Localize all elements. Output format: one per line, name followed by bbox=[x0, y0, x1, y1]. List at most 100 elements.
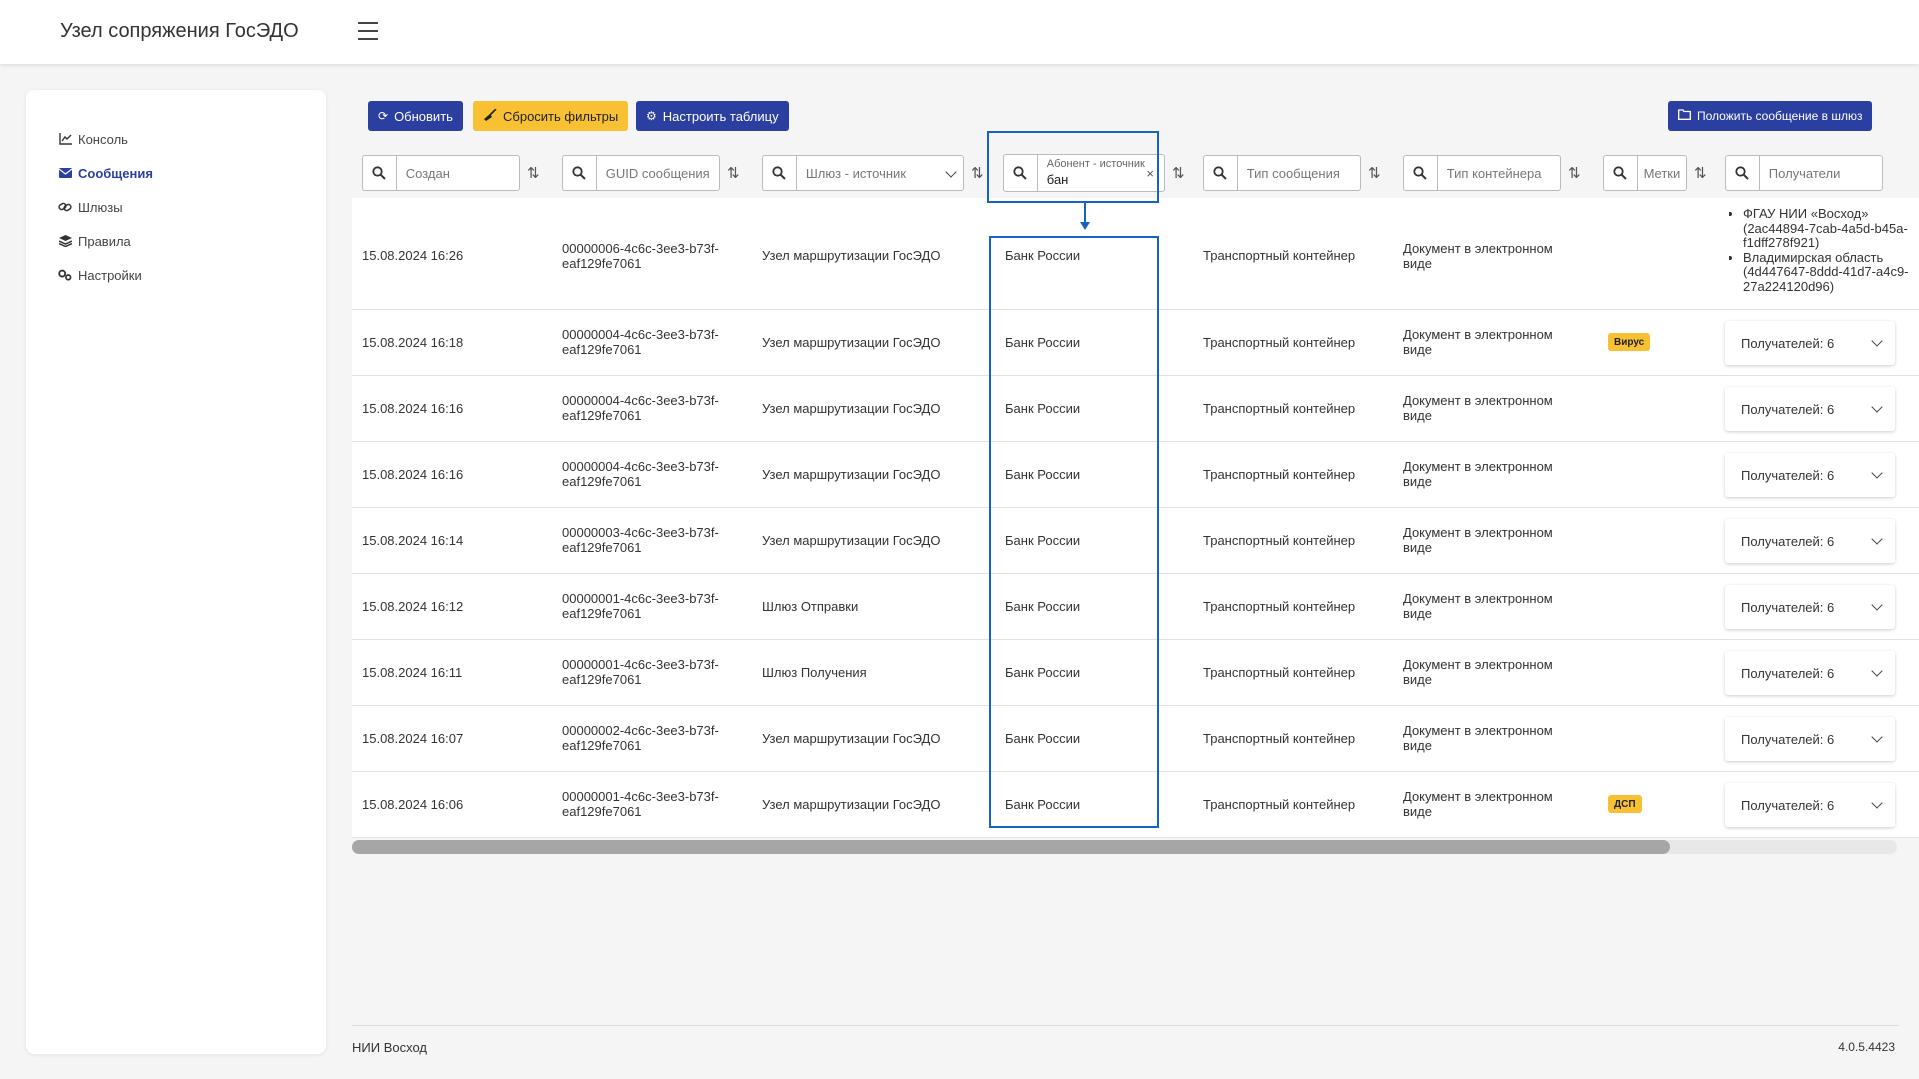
footer-divider bbox=[352, 1025, 1899, 1026]
sort-icon[interactable]: ⇅ bbox=[1694, 164, 1710, 182]
gateway-source-select[interactable]: Шлюз - источник bbox=[797, 156, 963, 190]
reset-filters-button[interactable]: Сбросить фильтры bbox=[473, 101, 629, 131]
recipients-filter-input[interactable]: Получатели bbox=[1760, 156, 1882, 190]
chevron-down-icon bbox=[1871, 467, 1883, 479]
table-row[interactable]: 15.08.2024 16:07 00000002-4c6c-3ee3-b73f… bbox=[352, 706, 1919, 772]
message-type-cell: Транспортный контейнер bbox=[1203, 401, 1356, 416]
footer-org: НИИ Восход bbox=[352, 1040, 427, 1055]
search-icon[interactable] bbox=[1726, 155, 1760, 191]
guid-cell: 00000002-4c6c-3ee3-b73f-eaf129fe7061 bbox=[562, 723, 719, 753]
gear-icon: ⚙ bbox=[646, 109, 657, 123]
broom-icon bbox=[483, 107, 497, 124]
refresh-button[interactable]: ⟳ Обновить bbox=[368, 101, 463, 131]
container-type-cell: Документ в электронном виде bbox=[1403, 657, 1553, 687]
chevron-down-icon bbox=[1871, 797, 1883, 809]
search-icon[interactable] bbox=[363, 155, 397, 191]
gateway-cell: Узел маршрутизации ГосЭДО bbox=[762, 797, 941, 812]
sort-icon[interactable]: ⇅ bbox=[1568, 164, 1584, 182]
chevron-down-icon bbox=[1871, 665, 1883, 677]
created-cell: 15.08.2024 16:26 bbox=[362, 248, 464, 263]
guid-filter-input[interactable]: GUID сообщения bbox=[597, 156, 719, 190]
horizontal-scrollbar[interactable] bbox=[352, 840, 1897, 854]
configure-table-button[interactable]: ⚙ Настроить таблицу bbox=[636, 101, 789, 131]
guid-cell: 00000001-4c6c-3ee3-b73f-eaf129fe7061 bbox=[562, 591, 719, 621]
container-type-filter-input[interactable]: Тип контейнера bbox=[1438, 156, 1560, 190]
search-icon[interactable] bbox=[1004, 154, 1038, 192]
table-row[interactable]: 15.08.2024 16:12 00000001-4c6c-3ee3-b73f… bbox=[352, 574, 1919, 640]
recipients-dropdown[interactable]: Получателей: 6 bbox=[1725, 321, 1895, 365]
tags-filter-input[interactable]: Метки bbox=[1638, 156, 1686, 190]
message-type-cell: Транспортный контейнер bbox=[1203, 248, 1356, 263]
chevron-down-icon bbox=[1871, 731, 1883, 743]
sidebar-item-settings[interactable]: Настройки bbox=[26, 258, 326, 292]
created-cell: 15.08.2024 16:18 bbox=[362, 335, 464, 350]
created-filter-input[interactable]: Создан bbox=[397, 156, 519, 190]
created-cell: 15.08.2024 16:16 bbox=[362, 467, 464, 482]
subscriber-cell: Банк России bbox=[1005, 599, 1081, 614]
app-title: Узел сопряжения ГосЭДО bbox=[60, 20, 299, 42]
put-message-button[interactable]: Положить сообщение в шлюз bbox=[1668, 101, 1873, 131]
sort-icon[interactable]: ⇅ bbox=[727, 164, 743, 182]
table-row[interactable]: 15.08.2024 16:26 00000006-4c6c-3ee3-b73f… bbox=[352, 198, 1919, 310]
gateway-cell: Шлюз Отправки bbox=[762, 599, 859, 614]
recipients-dropdown[interactable]: Получателей: 6 bbox=[1725, 783, 1895, 827]
sidebar-item-messages[interactable]: Сообщения bbox=[26, 156, 326, 190]
container-type-cell: Документ в электронном виде bbox=[1403, 459, 1553, 489]
chevron-down-icon bbox=[1871, 599, 1883, 611]
scrollbar-thumb[interactable] bbox=[352, 840, 1670, 854]
clear-icon[interactable]: × bbox=[1146, 166, 1154, 181]
recipients-dropdown[interactable]: Получателей: 6 bbox=[1725, 585, 1895, 629]
container-type-cell: Документ в электронном виде bbox=[1403, 789, 1553, 819]
sort-icon[interactable]: ⇅ bbox=[971, 164, 987, 182]
search-icon[interactable] bbox=[563, 155, 597, 191]
created-cell: 15.08.2024 16:11 bbox=[362, 665, 463, 680]
subscriber-source-label: Абонент - источник bbox=[1046, 158, 1145, 170]
table-row[interactable]: 15.08.2024 16:16 00000004-4c6c-3ee3-b73f… bbox=[352, 442, 1919, 508]
search-icon[interactable] bbox=[1604, 155, 1638, 191]
guid-cell: 00000004-4c6c-3ee3-b73f-eaf129fe7061 bbox=[562, 459, 719, 489]
table-row[interactable]: 15.08.2024 16:14 00000003-4c6c-3ee3-b73f… bbox=[352, 508, 1919, 574]
chart-line-icon bbox=[58, 132, 72, 146]
table-row[interactable]: 15.08.2024 16:11 00000001-4c6c-3ee3-b73f… bbox=[352, 640, 1919, 706]
sidebar-item-gateways[interactable]: Шлюзы bbox=[26, 190, 326, 224]
recipients-dropdown[interactable]: Получателей: 6 bbox=[1725, 519, 1895, 563]
container-type-cell: Документ в электронном виде bbox=[1403, 327, 1553, 357]
subscriber-source-value: бан bbox=[1046, 172, 1069, 187]
link-icon bbox=[58, 200, 72, 214]
sidebar-item-console[interactable]: Консоль bbox=[26, 122, 326, 156]
sidebar-item-rules[interactable]: Правила bbox=[26, 224, 326, 258]
sort-icon[interactable]: ⇅ bbox=[527, 164, 543, 182]
table-row[interactable]: 15.08.2024 16:16 00000004-4c6c-3ee3-b73f… bbox=[352, 376, 1919, 442]
menu-icon[interactable] bbox=[358, 22, 386, 44]
table-row[interactable]: 15.08.2024 16:18 00000004-4c6c-3ee3-b73f… bbox=[352, 310, 1919, 376]
folder-icon bbox=[1678, 109, 1691, 123]
message-type-filter-input[interactable]: Тип сообщения bbox=[1238, 156, 1360, 190]
sort-icon[interactable]: ⇅ bbox=[1368, 164, 1384, 182]
created-cell: 15.08.2024 16:07 bbox=[362, 731, 464, 746]
sidebar-item-label: Сообщения bbox=[78, 165, 153, 181]
filter-tags: Метки ⇅ bbox=[1603, 154, 1710, 192]
search-icon[interactable] bbox=[1404, 155, 1438, 191]
recipients-dropdown[interactable]: Получателей: 6 bbox=[1725, 387, 1895, 431]
search-icon[interactable] bbox=[763, 155, 797, 191]
table-row[interactable]: 15.08.2024 16:06 00000001-4c6c-3ee3-b73f… bbox=[352, 772, 1919, 838]
gateway-cell: Узел маршрутизации ГосЭДО bbox=[762, 533, 941, 548]
recipients-dropdown[interactable]: Получателей: 6 bbox=[1725, 651, 1895, 695]
guid-cell: 00000004-4c6c-3ee3-b73f-eaf129fe7061 bbox=[562, 327, 719, 357]
filter-created: Создан ⇅ bbox=[362, 154, 543, 192]
recipients-dropdown[interactable]: Получателей: 6 bbox=[1725, 453, 1895, 497]
created-cell: 15.08.2024 16:16 bbox=[362, 401, 464, 416]
filter-guid: GUID сообщения ⇅ bbox=[562, 154, 743, 192]
chevron-down-icon bbox=[1871, 335, 1883, 347]
recipients-dropdown[interactable]: Получателей: 6 bbox=[1725, 717, 1895, 761]
message-type-cell: Транспортный контейнер bbox=[1203, 467, 1356, 482]
subscriber-cell: Банк России bbox=[1005, 533, 1081, 548]
subscriber-cell: Банк России bbox=[1005, 665, 1081, 680]
message-type-cell: Транспортный контейнер bbox=[1203, 533, 1356, 548]
subscriber-cell: Банк России bbox=[1005, 248, 1081, 263]
search-icon[interactable] bbox=[1204, 155, 1238, 191]
gateway-cell: Узел маршрутизации ГосЭДО bbox=[762, 467, 941, 482]
created-cell: 15.08.2024 16:06 bbox=[362, 797, 464, 812]
sort-icon[interactable]: ⇅ bbox=[1172, 164, 1188, 182]
subscriber-source-input[interactable]: Абонент - источник бан × bbox=[1038, 154, 1164, 192]
